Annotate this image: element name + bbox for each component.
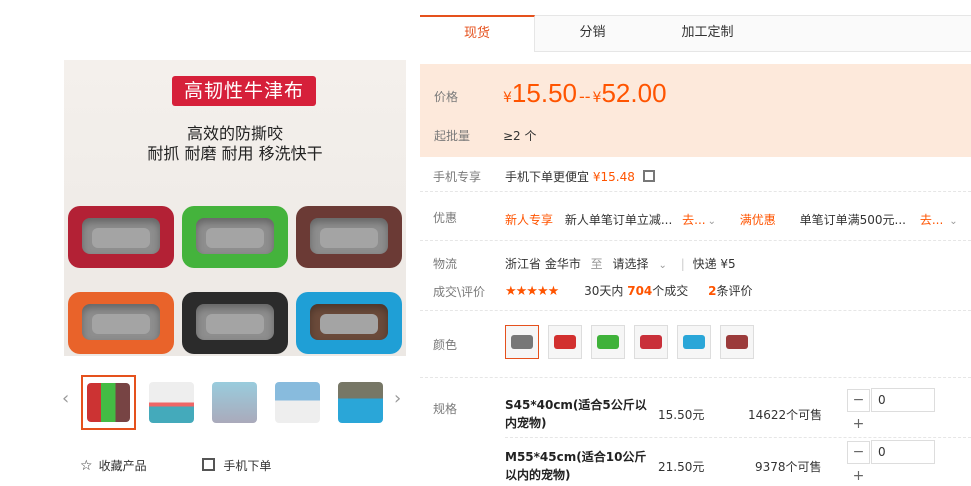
pet-bed-brown (296, 206, 402, 268)
thumbnail-strip: ‹ › (60, 372, 412, 432)
color-swatch-gray[interactable] (505, 325, 539, 359)
mobile-order-button[interactable]: 手机下单 (202, 457, 271, 474)
qty-input[interactable] (871, 440, 935, 464)
color-label: 颜色 (433, 338, 458, 352)
divider (420, 310, 971, 311)
thumbnail-4[interactable] (270, 375, 325, 430)
product-actions: ☆ 收藏产品 手机下单 (80, 457, 271, 474)
favorite-button[interactable]: ☆ 收藏产品 (80, 457, 147, 474)
main-product-image[interactable]: 高韧性牛津布 高效的防撕咬 耐抓 耐磨 耐用 移洗快干 (64, 60, 406, 356)
destination-select-label: 请选择 (612, 257, 649, 271)
promo-link-new-user[interactable]: 去... (682, 213, 705, 227)
tab-custom[interactable]: 加工定制 (650, 15, 765, 52)
thumbnail-next-arrow[interactable]: › (394, 388, 401, 409)
promotion-label: 优惠 (433, 211, 458, 225)
divider (420, 377, 971, 378)
separator: | (680, 257, 685, 271)
moq-label: 起批量 (434, 129, 471, 143)
reviews-row: ★★★★★ 30天内 704个成交 2条评价 (505, 282, 753, 299)
divider (420, 240, 971, 241)
spec-stock-s: 14622个可售 (748, 408, 823, 422)
promo-tag-new-user: 新人专享 (505, 213, 554, 227)
ship-origin: 浙江省 金华市 (505, 257, 581, 271)
qty-plus-button[interactable]: + (847, 465, 870, 486)
mobile-exclusive-text: 手机下单更便宜 (505, 170, 590, 184)
spec-stock-m: 9378个可售 (755, 460, 822, 474)
destination-select[interactable]: 请选择 ⌄ (613, 257, 667, 271)
price-min: 15.50 (511, 78, 577, 108)
price-separator: -- (579, 87, 591, 106)
thumbnail-5[interactable] (333, 375, 388, 430)
logistics-label: 物流 (433, 257, 458, 271)
chevron-down-icon[interactable]: ⌄ (708, 216, 716, 227)
qty-minus-button[interactable]: − (847, 441, 870, 464)
promo-text-full-discount: 单笔订单满500元... (799, 213, 906, 227)
chevron-down-icon[interactable]: ⌄ (949, 216, 957, 227)
tab-spot[interactable]: 现货 (420, 15, 535, 52)
thumbnail-3[interactable] (207, 375, 262, 430)
spec-name-s: S45*40cm(适合5公斤以内宠物) (505, 398, 647, 430)
moq-value: ≥2 个 (503, 129, 537, 143)
price-max: 52.00 (601, 78, 667, 108)
color-swatch-crimson[interactable] (634, 325, 668, 359)
price-panel: 价格 ¥15.50 -- ¥52.00 起批量 ≥2 个 (420, 64, 971, 157)
price-label: 价格 (434, 90, 459, 104)
spec-label: 规格 (433, 402, 458, 416)
pet-bed-orange (68, 292, 174, 354)
color-swatch-brown[interactable] (720, 325, 754, 359)
spec-name-m: M55*45cm(适合10公斤以内的宠物) (505, 450, 647, 482)
thumbnail-prev-arrow[interactable]: ‹ (62, 388, 69, 409)
favorite-label: 收藏产品 (98, 459, 147, 473)
slogan-line-2: 耐抓 耐磨 耐用 移洗快干 (147, 144, 323, 163)
color-swatch-red[interactable] (548, 325, 582, 359)
pet-bed-black (182, 292, 288, 354)
divider (420, 191, 971, 192)
qty-plus-button[interactable]: + (847, 413, 870, 436)
ship-to-label: 至 (590, 257, 603, 271)
deal-count[interactable]: 704 (627, 284, 652, 298)
currency-symbol: ¥ (503, 90, 512, 106)
mobile-exclusive-row: 手机下单更便宜 ¥15.48 (505, 168, 655, 185)
qty-minus-button[interactable]: − (847, 389, 870, 412)
qr-code-icon (202, 458, 216, 471)
color-swatch-green[interactable] (591, 325, 625, 359)
color-swatch-blue[interactable] (677, 325, 711, 359)
deal-days: 30天内 (584, 284, 624, 298)
chevron-down-icon: ⌄ (658, 260, 667, 271)
spec-price-s: 15.50元 (658, 408, 705, 422)
mobile-order-label: 手机下单 (223, 459, 272, 473)
purchase-mode-tabs: 现货 分销 加工定制 (420, 15, 971, 52)
pet-bed-blue (296, 292, 402, 354)
promo-text-new-user: 新人单笔订单立减... (564, 213, 673, 227)
promo-link-full-discount[interactable]: 去... (920, 213, 943, 227)
qr-code-icon[interactable] (642, 170, 655, 182)
star-outline-icon: ☆ (80, 457, 93, 474)
feature-banner-tag: 高韧性牛津布 (172, 76, 316, 106)
thumbnail-1[interactable] (81, 375, 136, 430)
rating-stars: ★★★★★ (505, 284, 559, 299)
divider (505, 437, 971, 438)
express-fee: 快递 ¥5 (692, 257, 736, 271)
deal-suffix: 个成交 (652, 284, 689, 298)
tab-distribution[interactable]: 分销 (535, 15, 650, 52)
pet-bed-red (68, 206, 174, 268)
deals-reviews-label: 成交\评价 (433, 285, 486, 299)
thumbnail-2[interactable] (144, 375, 199, 430)
logistics-row: 浙江省 金华市 至 请选择 ⌄ | 快递 ¥5 (505, 255, 736, 272)
qty-input[interactable] (871, 388, 935, 412)
mobile-exclusive-price: ¥15.48 (592, 170, 635, 184)
promotion-row: 新人专享 新人单笔订单立减... 去... ⌄ 满优惠 单笔订单满500元... … (505, 211, 958, 228)
pet-bed-green (182, 206, 288, 268)
price-range: ¥15.50 -- ¥52.00 (503, 78, 667, 109)
mobile-exclusive-label: 手机专享 (433, 170, 482, 184)
spec-price-m: 21.50元 (658, 460, 705, 474)
review-suffix: 条评价 (716, 284, 753, 298)
promo-tag-full-discount: 满优惠 (739, 213, 776, 227)
